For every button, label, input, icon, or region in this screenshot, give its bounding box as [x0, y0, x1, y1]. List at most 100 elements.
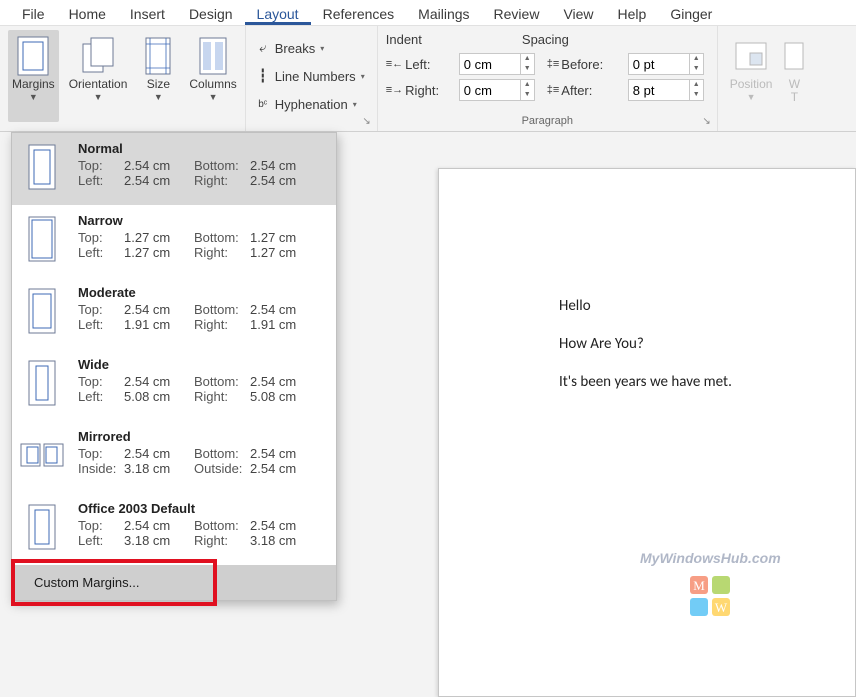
indent-heading: Indent	[386, 32, 422, 47]
margins-val: 2.54 cm	[124, 158, 194, 173]
margins-option-wide[interactable]: WideTop:2.54 cmBottom:2.54 cmLeft:5.08 c…	[12, 349, 336, 421]
margins-custom-button[interactable]: Custom Margins...	[12, 565, 336, 600]
chevron-down-icon: ▼	[209, 92, 218, 102]
position-icon	[734, 34, 768, 78]
breaks-button[interactable]: ⤶ Breaks ▾	[254, 36, 369, 60]
tab-references[interactable]: References	[311, 3, 407, 25]
margins-val: 5.08 cm	[124, 389, 194, 404]
margins-val-label: Left:	[78, 389, 124, 404]
spacing-after-input[interactable]: ▲▼	[628, 79, 704, 101]
orientation-button[interactable]: Orientation ▼	[65, 30, 132, 122]
margins-val-label: Right:	[194, 173, 250, 188]
margins-val-label: Left:	[78, 173, 124, 188]
position-label: Position	[730, 78, 773, 91]
margins-val-label: Bottom:	[194, 374, 250, 389]
margins-preset-title: Wide	[78, 357, 330, 372]
chevron-down-icon: ▾	[320, 44, 324, 53]
line-numbers-icon: ┇	[254, 68, 272, 84]
tab-review[interactable]: Review	[482, 3, 552, 25]
tab-file[interactable]: File	[10, 3, 57, 25]
margins-preset-icon	[20, 213, 64, 265]
margins-val: 2.54 cm	[250, 158, 296, 173]
margins-option-narrow[interactable]: NarrowTop:1.27 cmBottom:1.27 cmLeft:1.27…	[12, 205, 336, 277]
margins-val: 1.91 cm	[250, 317, 296, 332]
indent-left-label: Left:	[405, 57, 430, 72]
margins-option-office2003[interactable]: Office 2003 DefaultTop:2.54 cmBottom:2.5…	[12, 493, 336, 565]
line-numbers-label: Line Numbers	[275, 69, 356, 84]
margins-val-label: Outside:	[194, 461, 250, 476]
margins-val-label: Inside:	[78, 461, 124, 476]
position-button[interactable]: Position ▼	[726, 30, 777, 122]
line-numbers-button[interactable]: ┇ Line Numbers ▾	[254, 64, 369, 88]
page-setup-dialog-launcher[interactable]: ↘	[362, 116, 370, 127]
columns-button[interactable]: Columns ▼	[185, 30, 240, 122]
margins-preset-icon	[20, 141, 64, 193]
margins-val: 2.54 cm	[250, 302, 296, 317]
margins-preset-icon	[20, 429, 64, 481]
margins-val: 2.54 cm	[250, 173, 296, 188]
wrap-text-button[interactable]: W T	[782, 30, 806, 122]
tab-layout[interactable]: Layout	[245, 3, 311, 25]
size-label: Size	[147, 78, 170, 91]
indent-right-label: Right:	[405, 83, 439, 98]
margins-val: 1.27 cm	[124, 245, 194, 260]
orientation-label: Orientation	[69, 78, 128, 91]
margins-val: 1.27 cm	[250, 230, 296, 245]
hyphenation-label: Hyphenation	[275, 97, 348, 112]
margins-val-label: Top:	[78, 446, 124, 461]
margins-val-label: Bottom:	[194, 446, 250, 461]
chevron-down-icon: ▼	[154, 92, 163, 102]
hyphenation-icon: bᶜ	[254, 99, 272, 110]
margins-val-label: Top:	[78, 302, 124, 317]
margins-val-label: Top:	[78, 374, 124, 389]
indent-left-icon: ≡←	[386, 58, 403, 70]
paragraph-dialog-launcher[interactable]: ↘	[702, 116, 710, 127]
size-button[interactable]: Size ▼	[137, 30, 179, 122]
margins-preset-icon	[20, 357, 64, 409]
margins-dropdown: NormalTop:2.54 cmBottom:2.54 cmLeft:2.54…	[11, 132, 337, 601]
margins-val-label: Bottom:	[194, 230, 250, 245]
margins-val: 2.54 cm	[250, 374, 296, 389]
hyphenation-button[interactable]: bᶜ Hyphenation ▾	[254, 92, 369, 116]
margins-val-label: Left:	[78, 245, 124, 260]
spacing-before-input[interactable]: ▲▼	[628, 53, 704, 75]
margins-button[interactable]: Margins ▼	[8, 30, 59, 122]
columns-label: Columns	[189, 78, 236, 91]
spacing-after-label: After:	[561, 83, 592, 98]
margins-icon	[16, 34, 50, 78]
indent-right-input[interactable]: ▲▼	[459, 79, 535, 101]
margins-val: 1.91 cm	[124, 317, 194, 332]
margins-val: 3.18 cm	[124, 533, 194, 548]
size-icon	[141, 34, 175, 78]
tab-help[interactable]: Help	[606, 3, 659, 25]
tab-home[interactable]: Home	[57, 3, 118, 25]
margins-option-mirrored[interactable]: MirroredTop:2.54 cmBottom:2.54 cmInside:…	[12, 421, 336, 493]
margins-val-label: Top:	[78, 230, 124, 245]
margins-val: 2.54 cm	[250, 518, 296, 533]
margins-option-normal[interactable]: NormalTop:2.54 cmBottom:2.54 cmLeft:2.54…	[12, 133, 336, 205]
margins-val-label: Left:	[78, 533, 124, 548]
spacing-heading: Spacing	[522, 32, 569, 47]
tab-ginger[interactable]: Ginger	[658, 3, 724, 25]
tab-mailings[interactable]: Mailings	[406, 3, 481, 25]
margins-val: 1.27 cm	[124, 230, 194, 245]
chevron-down-icon: ▼	[94, 92, 103, 102]
margins-val-label: Right:	[194, 389, 250, 404]
margins-option-moderate[interactable]: ModerateTop:2.54 cmBottom:2.54 cmLeft:1.…	[12, 277, 336, 349]
margins-val: 1.27 cm	[250, 245, 296, 260]
margins-val: 2.54 cm	[124, 173, 194, 188]
wrap-text-icon	[777, 34, 811, 78]
margins-val: 5.08 cm	[250, 389, 296, 404]
margins-val-label: Left:	[78, 317, 124, 332]
ribbon-tabs: File Home Insert Design Layout Reference…	[0, 0, 856, 26]
tab-design[interactable]: Design	[177, 3, 245, 25]
margins-preset-title: Mirrored	[78, 429, 330, 444]
doc-line-2[interactable]: How Are You?	[559, 335, 855, 353]
margins-label: Margins	[12, 78, 55, 91]
tab-view[interactable]: View	[551, 3, 605, 25]
margins-val-label: Bottom:	[194, 158, 250, 173]
doc-line-3[interactable]: It's been years we have met.	[559, 373, 855, 391]
doc-line-1[interactable]: Hello	[559, 297, 855, 315]
indent-left-input[interactable]: ▲▼	[459, 53, 535, 75]
tab-insert[interactable]: Insert	[118, 3, 177, 25]
